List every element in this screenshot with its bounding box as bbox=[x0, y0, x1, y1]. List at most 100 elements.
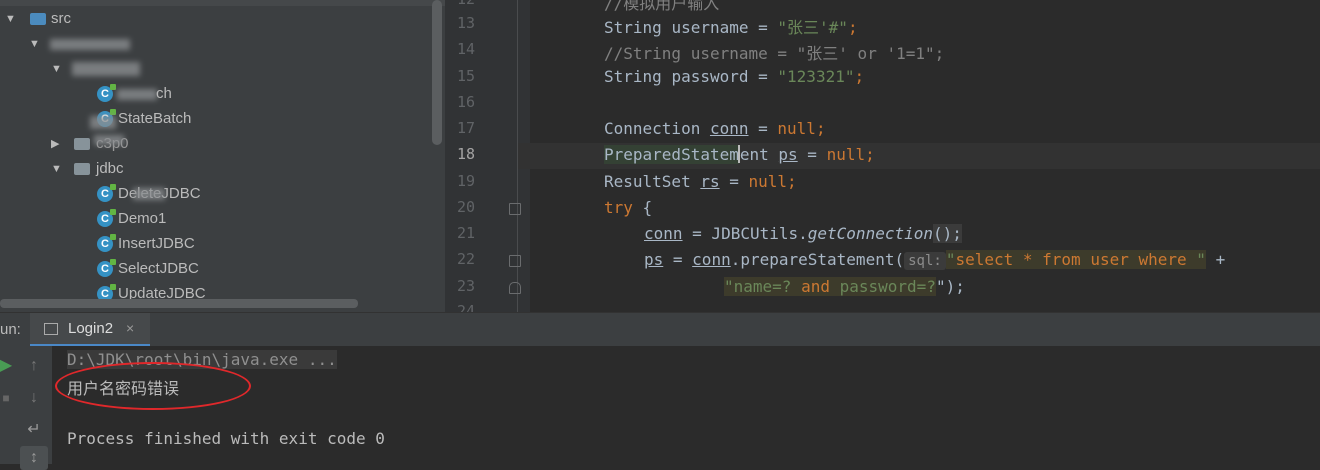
code-token: = bbox=[748, 119, 778, 138]
redacted-mark bbox=[133, 188, 165, 200]
tree-vertical-scrollbar[interactable] bbox=[432, 0, 442, 145]
collapse-arrow-icon[interactable]: ▶ bbox=[51, 133, 65, 155]
tab-login2[interactable]: Login2 × bbox=[30, 313, 150, 347]
code-token: password bbox=[671, 67, 749, 86]
code-token: and bbox=[801, 277, 830, 296]
fold-end-marker-icon[interactable] bbox=[509, 282, 521, 294]
tree-item-label: jdbc bbox=[96, 160, 124, 177]
tree-item-label: Demo1 bbox=[118, 210, 167, 227]
code-token: " bbox=[1186, 250, 1206, 269]
code-line-15: String password = "123321"; bbox=[604, 67, 864, 86]
code-token: null bbox=[748, 172, 788, 191]
code-token: .prepareStatement( bbox=[730, 250, 905, 269]
stop-icon[interactable]: ■ bbox=[0, 386, 20, 410]
code-line-13: String username = "张三'#"; bbox=[604, 14, 858, 38]
java-class-icon: C bbox=[97, 84, 116, 102]
code-token: { bbox=[632, 198, 653, 217]
tree-item-class-batch[interactable]: C ch bbox=[0, 83, 430, 105]
run-toolbar: ▶ ↑ ■ ↓ ↵ ↕ bbox=[0, 346, 52, 470]
code-token: conn bbox=[692, 250, 731, 269]
up-arrow-icon[interactable]: ↑ bbox=[20, 354, 48, 378]
expand-arrow-icon[interactable]: ▼ bbox=[29, 33, 43, 55]
tree-horizontal-scrollbar[interactable] bbox=[0, 299, 358, 308]
tree-item-statebatch[interactable]: C StateBatch bbox=[0, 108, 430, 130]
code-token: ps bbox=[644, 250, 664, 269]
line-number-current: 18 bbox=[456, 145, 475, 163]
tree-item-c3p0[interactable]: ▶ c3p0 bbox=[0, 133, 430, 155]
code-line-21: conn = JDBCUtils.getConnection(); bbox=[644, 224, 962, 243]
close-icon[interactable]: × bbox=[126, 320, 134, 336]
tree-item-insertjdbc[interactable]: C InsertJDBC bbox=[0, 233, 430, 255]
tree-item-label: InsertJDBC bbox=[118, 235, 195, 252]
code-line-18: PreparedStatement ps = null; bbox=[604, 145, 875, 164]
line-number: 23 bbox=[456, 277, 475, 295]
line-number: 13 bbox=[456, 14, 475, 32]
code-token: try bbox=[604, 198, 633, 217]
code-line-17: Connection conn = null; bbox=[604, 119, 826, 138]
code-token: ResultSet bbox=[604, 172, 701, 191]
scroll-to-end-icon[interactable]: ↕ bbox=[20, 446, 48, 470]
expand-arrow-icon[interactable]: ▼ bbox=[51, 58, 65, 80]
code-token: ps bbox=[778, 145, 798, 164]
tree-item-selectjdbc[interactable]: C SelectJDBC bbox=[0, 258, 430, 280]
tree-item-demo1[interactable]: C Demo1 bbox=[0, 208, 430, 230]
code-token: username bbox=[671, 18, 749, 37]
code-token: rs bbox=[700, 172, 720, 191]
code-line-20: try { bbox=[604, 198, 652, 217]
line-number: 17 bbox=[456, 119, 475, 137]
code-line-14: //String username = "张三' or '1=1"; bbox=[604, 44, 945, 63]
tree-item-label: ch bbox=[156, 85, 172, 102]
code-token: = JDBCUtils. bbox=[682, 224, 808, 243]
line-number: 12 bbox=[445, 0, 475, 8]
code-token: ; bbox=[787, 172, 797, 191]
code-token: * bbox=[1013, 250, 1043, 269]
tree-item-src[interactable]: ▼ src bbox=[0, 8, 430, 30]
code-token: = bbox=[748, 18, 778, 37]
code-token: null bbox=[826, 145, 866, 164]
line-number: 15 bbox=[456, 67, 475, 85]
code-token: (); bbox=[933, 224, 962, 243]
code-token: getConnection bbox=[807, 224, 933, 243]
rerun-icon[interactable]: ▶ bbox=[0, 354, 20, 378]
code-token: " bbox=[945, 250, 956, 269]
expand-arrow-icon[interactable]: ▼ bbox=[5, 8, 19, 30]
code-token: = bbox=[719, 172, 749, 191]
fold-marker-icon[interactable] bbox=[509, 255, 521, 267]
code-token: name=? bbox=[733, 277, 802, 296]
source-folder-icon bbox=[30, 13, 46, 25]
down-arrow-icon[interactable]: ↓ bbox=[20, 386, 48, 410]
tree-item-subpackage-blurred[interactable]: ▼ bbox=[0, 58, 430, 80]
code-line-22: ps = conn.prepareStatement(sql: "select *… bbox=[644, 250, 1225, 270]
code-token: ; bbox=[847, 18, 858, 37]
soft-wrap-icon[interactable]: ↵ bbox=[20, 418, 48, 442]
sql-string: "select * from user where " bbox=[945, 250, 1206, 269]
code-token: = bbox=[797, 145, 827, 164]
code-token: String bbox=[604, 18, 672, 37]
code-token: conn bbox=[709, 119, 749, 138]
tree-item-deletejdbc[interactable]: C DeleteJDBC bbox=[0, 183, 430, 205]
tree-item-label: SelectJDBC bbox=[118, 260, 199, 277]
annotation-ellipse bbox=[55, 362, 251, 410]
java-class-icon: C bbox=[97, 259, 116, 277]
code-token: = bbox=[663, 250, 693, 269]
tree-item-package-blurred[interactable]: ▼ bbox=[0, 33, 430, 55]
code-token: ; bbox=[854, 67, 865, 86]
code-token: ent bbox=[739, 145, 769, 164]
line-number: 19 bbox=[456, 172, 475, 190]
code-token: "); bbox=[935, 277, 965, 296]
sql-string: "name=? and password=? bbox=[724, 277, 936, 296]
parameter-hint: sql: bbox=[904, 252, 946, 270]
fold-marker-icon[interactable] bbox=[509, 203, 521, 215]
tree-item-jdbc[interactable]: ▼ jdbc bbox=[0, 158, 430, 180]
line-number: 21 bbox=[456, 224, 475, 242]
project-tree-panel: ▼ src ▼ ▼ C ch C StateBatch ▶ c3p0 ▼ jdb… bbox=[0, 0, 445, 312]
code-token: = bbox=[748, 67, 778, 86]
code-token: ; bbox=[865, 145, 875, 164]
code-token: select bbox=[955, 250, 1014, 269]
java-class-icon: C bbox=[97, 234, 116, 252]
expand-arrow-icon[interactable]: ▼ bbox=[51, 158, 65, 180]
redacted-mark bbox=[94, 135, 124, 145]
code-token: PreparedStatem bbox=[604, 145, 739, 164]
